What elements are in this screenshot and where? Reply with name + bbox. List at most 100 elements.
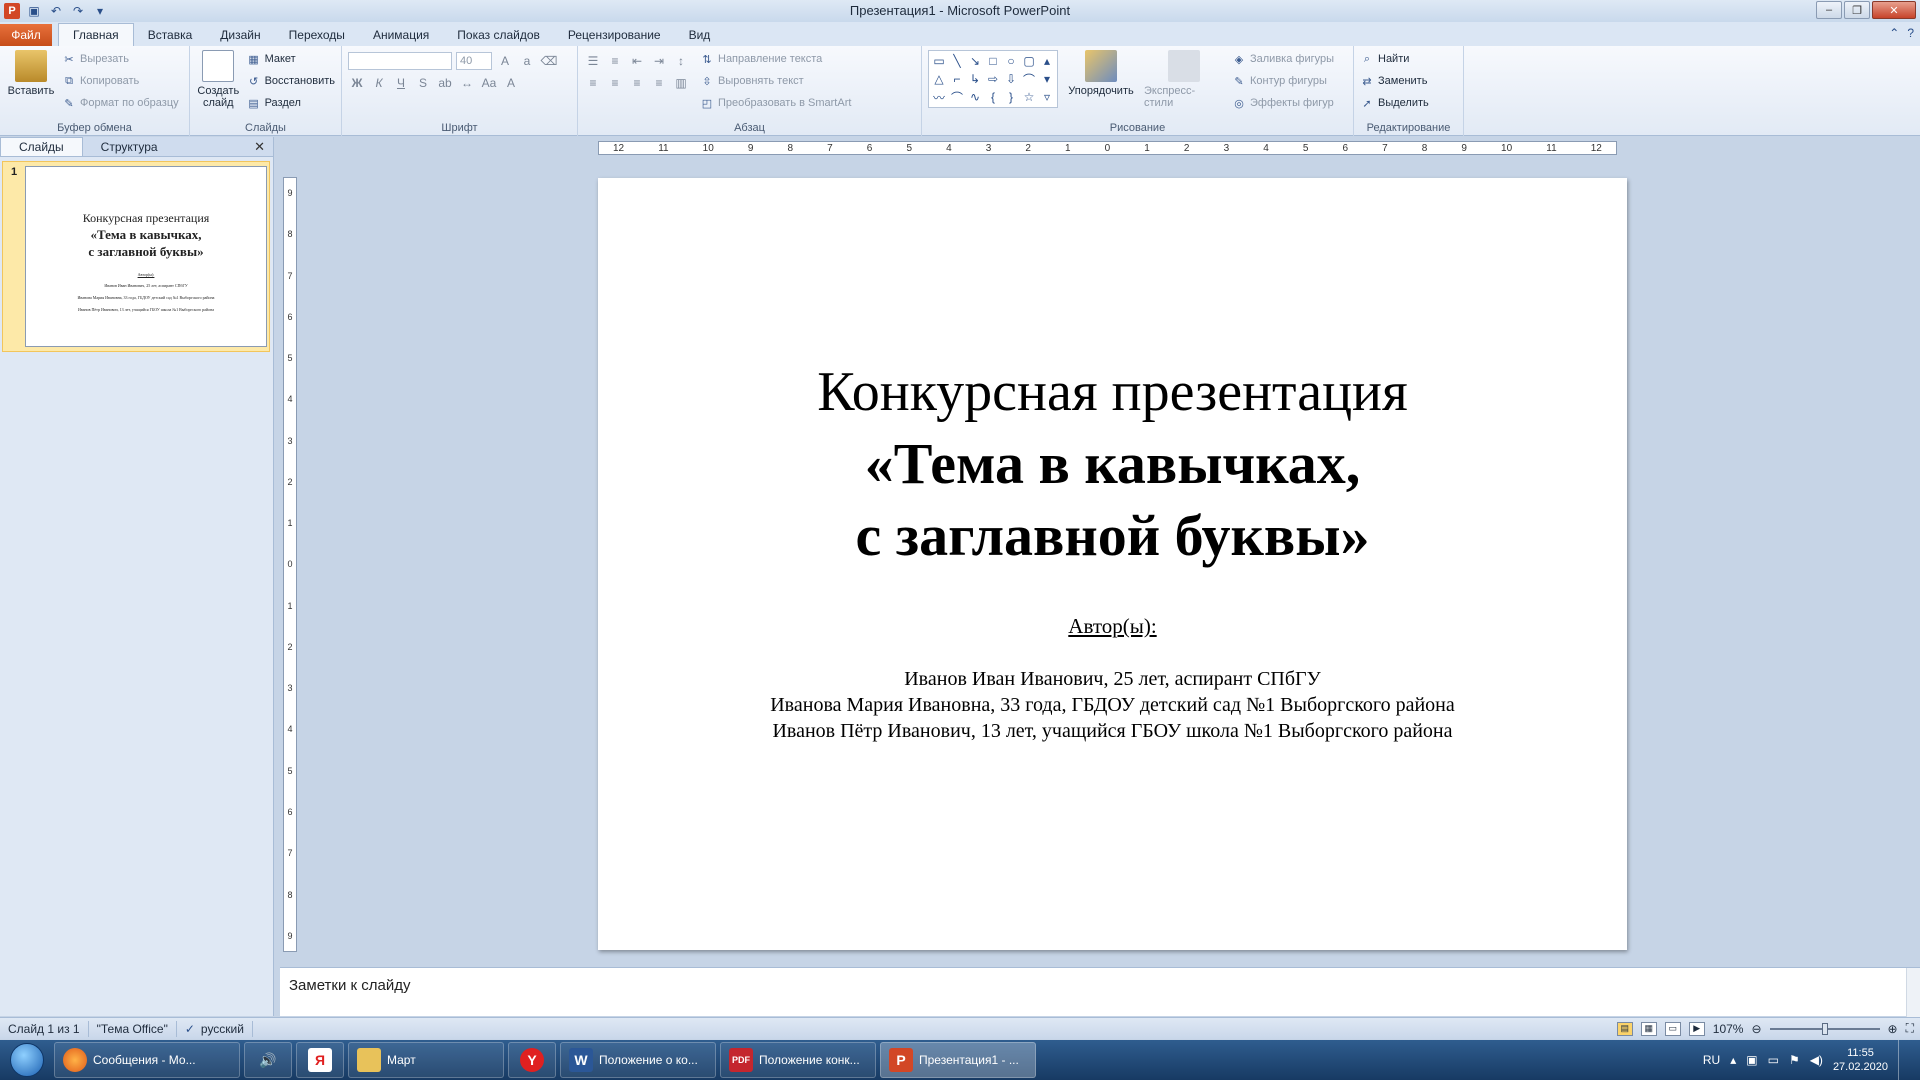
numbering-icon[interactable]: ≡ [606,52,624,70]
char-spacing-icon[interactable]: ↔ [458,74,476,92]
rectangle-shape-icon[interactable]: □ [984,52,1002,70]
taskbar-item-firefox[interactable]: Сообщения - Мо... [54,1042,240,1078]
increase-indent-icon[interactable]: ⇥ [650,52,668,70]
star-shape-icon[interactable]: ☆ [1020,88,1038,106]
undo-icon[interactable]: ↶ [48,3,64,19]
start-button[interactable] [0,1040,54,1080]
elbow-shape-icon[interactable]: ⌐ [948,70,966,88]
zoom-slider[interactable] [1769,1022,1880,1035]
restore-button[interactable]: ❐ [1844,1,1870,19]
decrease-indent-icon[interactable]: ⇤ [628,52,646,70]
language-indicator[interactable]: RU [1703,1053,1720,1067]
cut-button[interactable]: ✂ Вырезать [62,50,179,68]
align-text-button[interactable]: ⇳ Выровнять текст [700,72,851,90]
minimize-ribbon-icon[interactable]: ⌃ [1889,26,1899,40]
zoom-slider-thumb[interactable] [1821,1022,1828,1035]
notes-pane[interactable]: Заметки к слайду [280,967,1920,1017]
shrink-font-icon[interactable]: a [518,52,536,70]
taskbar-item-folder[interactable]: Март [348,1042,504,1078]
textbox-shape-icon[interactable]: ▭ [930,52,948,70]
curve-shape-icon[interactable]: ⌒ [1020,70,1038,88]
tab-slideshow[interactable]: Показ слайдов [443,24,554,46]
redo-icon[interactable]: ↷ [70,3,86,19]
save-icon[interactable]: ▣ [26,3,42,19]
copy-button[interactable]: ⧉ Копировать [62,72,179,90]
change-case-icon[interactable]: Aa [480,74,498,92]
slideshow-icon[interactable]: ▶ [1688,1021,1705,1036]
slide-author-label[interactable]: Автор(ы): [598,614,1627,639]
arc-shape-icon[interactable]: ⌒ [948,88,966,106]
bullets-icon[interactable]: ☰ [584,52,602,70]
justify-icon[interactable]: ≡ [650,74,668,92]
zoom-level[interactable]: 107% [1713,1022,1744,1036]
close-button[interactable]: ✕ [1872,1,1916,19]
paste-button[interactable]: Вставить [6,50,56,112]
vertical-ruler[interactable]: 9 8 7 6 5 4 3 2 1 0 1 2 3 4 5 6 7 8 9 [283,177,297,952]
smartart-button[interactable]: ◰ Преобразовать в SmartArt [700,94,852,112]
volume-icon[interactable]: ◀) [1810,1053,1823,1067]
taskbar-item-speaker[interactable]: 🔊 [244,1042,292,1078]
taskbar-item-word[interactable]: W Положение о ко... [560,1042,716,1078]
gallery-up-icon[interactable]: ▴ [1038,52,1056,70]
show-desktop-button[interactable] [1898,1040,1910,1080]
align-right-icon[interactable]: ≡ [628,74,646,92]
shape-outline-button[interactable]: ✎ Контур фигуры [1232,72,1334,90]
tab-outline[interactable]: Структура [83,137,176,156]
tab-slides[interactable]: Слайды [0,137,83,156]
clear-format-icon[interactable]: ⌫ [540,52,558,70]
customize-qat-icon[interactable]: ▾ [92,3,108,19]
flag-icon[interactable]: ⚑ [1789,1053,1800,1067]
shadow-button[interactable]: S [414,74,432,92]
help-icon[interactable]: ? [1907,26,1914,40]
tab-transitions[interactable]: Переходы [275,24,359,46]
arrange-button[interactable]: Упорядочить [1066,50,1136,112]
status-theme[interactable]: "Тема Office" [89,1020,177,1037]
zoom-out-icon[interactable]: ⊖ [1751,1022,1761,1036]
elbow-arrow-shape-icon[interactable]: ↳ [966,70,984,88]
tab-design[interactable]: Дизайн [206,24,274,46]
powerpoint-app-icon[interactable]: P [4,3,20,19]
strikethrough-icon[interactable]: ab [436,74,454,92]
tray-expand-icon[interactable]: ▴ [1730,1053,1736,1067]
oval-shape-icon[interactable]: ○ [1002,52,1020,70]
font-size-combo[interactable]: 40 [456,52,492,70]
select-button[interactable]: ➚ Выделить [1360,94,1457,112]
right-brace-shape-icon[interactable]: } [1002,88,1020,106]
tab-view[interactable]: Вид [675,24,725,46]
tab-insert[interactable]: Вставка [134,24,207,46]
notes-placeholder[interactable]: Заметки к слайду [289,977,411,994]
replace-button[interactable]: ⇄ Заменить [1360,72,1457,90]
font-color-icon[interactable]: A [502,74,520,92]
slide-title-line1[interactable]: Конкурсная презентация [598,360,1627,424]
taskbar-item-powerpoint[interactable]: P Презентация1 - ... [880,1042,1036,1078]
taskbar-item-yandex-browser[interactable]: Я [296,1042,344,1078]
slide-thumbnail[interactable]: Конкурсная презентация «Тема в кавычках,… [25,166,267,347]
left-brace-shape-icon[interactable]: { [984,88,1002,106]
format-painter-button[interactable]: ✎ Формат по образцу [62,94,178,112]
shape-fill-button[interactable]: ◈ Заливка фигуры [1232,50,1334,68]
shape-effects-button[interactable]: ◎ Эффекты фигур [1232,94,1334,112]
network-icon[interactable]: ▣ [1746,1053,1757,1067]
tab-review[interactable]: Рецензирование [554,24,675,46]
section-button[interactable]: ▤ Раздел [247,94,335,112]
rounded-rect-shape-icon[interactable]: ▢ [1020,52,1038,70]
quick-styles-button[interactable]: Экспресс-стили [1144,50,1224,112]
align-center-icon[interactable]: ≡ [606,74,624,92]
monitor-icon[interactable]: ▭ [1768,1053,1779,1067]
slide-title-bold[interactable]: «Тема в кавычках, с заглавной буквы» [598,428,1627,572]
underline-button[interactable]: Ч [392,74,410,92]
grow-font-icon[interactable]: A [496,52,514,70]
align-left-icon[interactable]: ≡ [584,74,602,92]
find-button[interactable]: ⌕ Найти [1360,50,1457,68]
scribble-shape-icon[interactable]: ∿ [966,88,984,106]
bold-button[interactable]: Ж [348,74,366,92]
right-arrow-shape-icon[interactable]: ⇨ [984,70,1002,88]
status-language[interactable]: ✓ русский [177,1020,253,1037]
layout-button[interactable]: ▦ Макет [247,50,335,68]
tab-home[interactable]: Главная [58,23,134,46]
taskbar-item-pdf[interactable]: PDF Положение конк... [720,1042,876,1078]
gallery-down-icon[interactable]: ▾ [1038,70,1056,88]
down-arrow-shape-icon[interactable]: ⇩ [1002,70,1020,88]
tab-file[interactable]: Файл [0,24,52,46]
triangle-shape-icon[interactable]: △ [930,70,948,88]
